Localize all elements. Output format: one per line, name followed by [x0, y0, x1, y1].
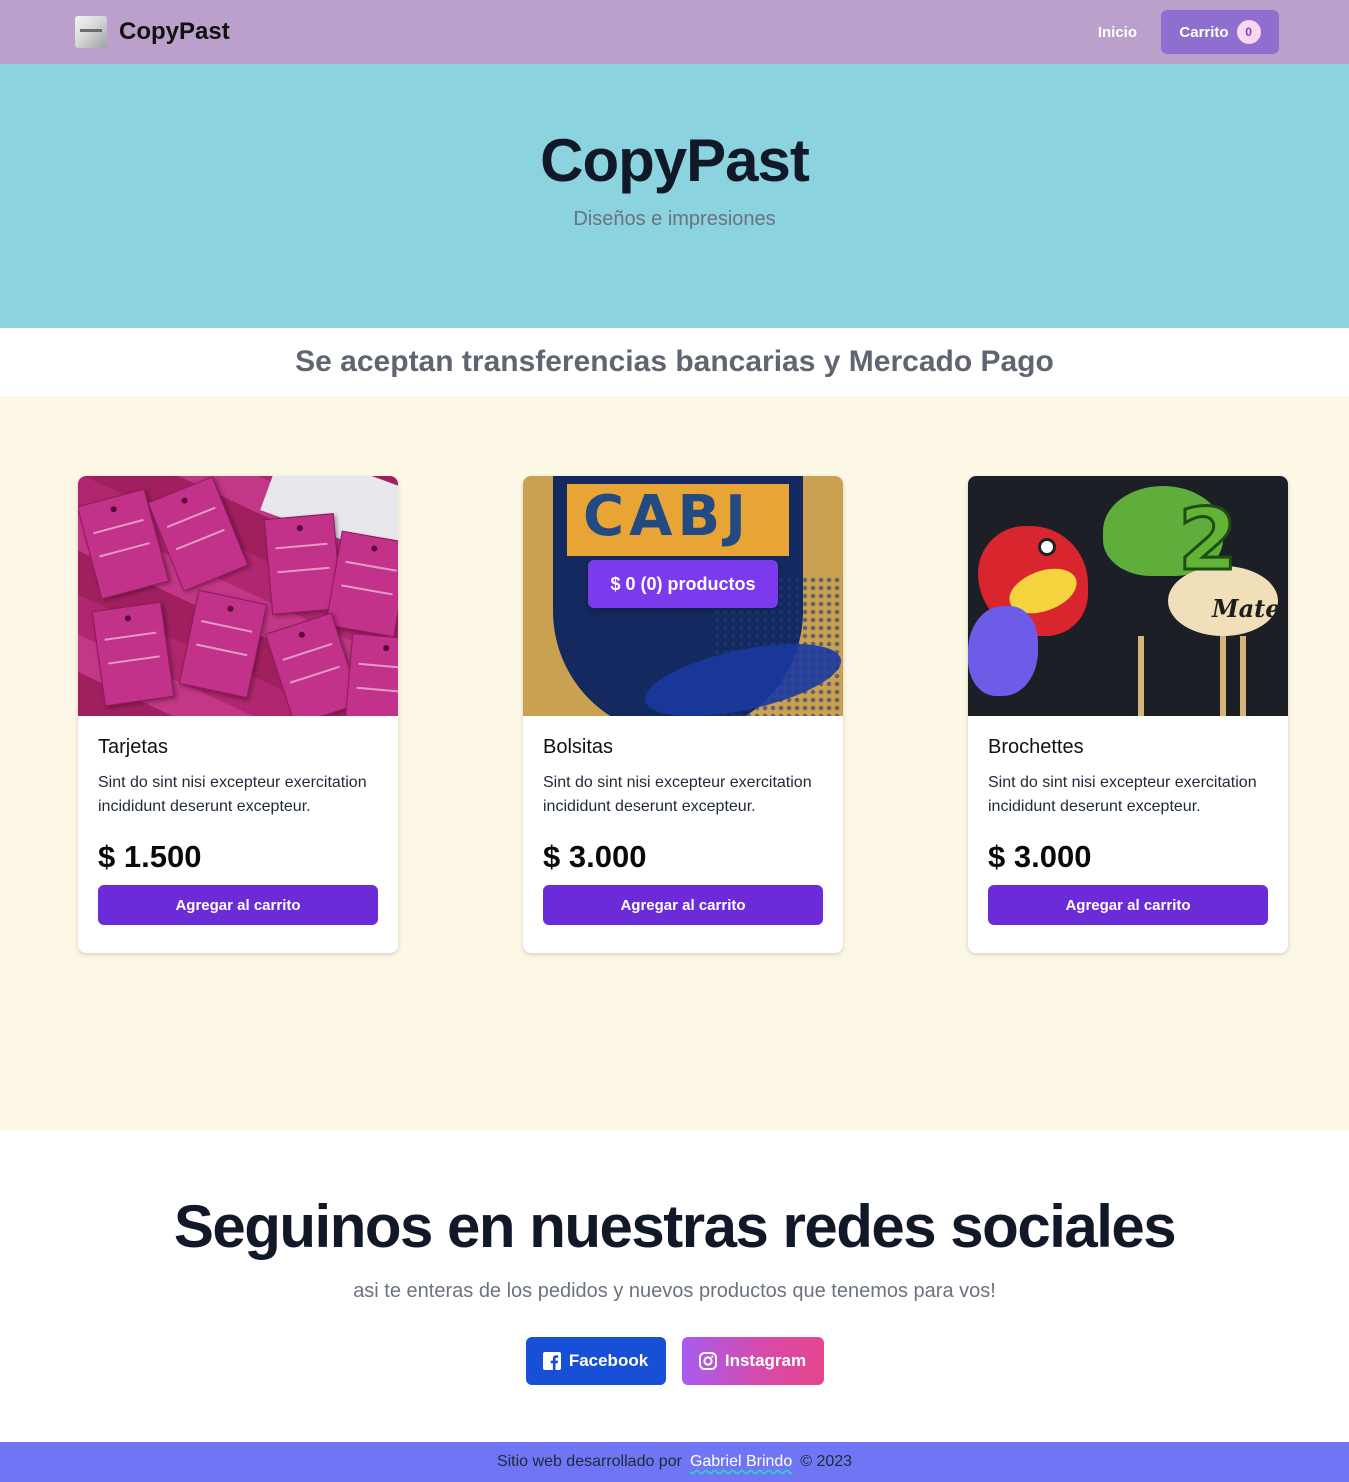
hero-title: CopyPast [540, 127, 810, 194]
cart-button[interactable]: Carrito 0 [1161, 10, 1279, 54]
product-card: Tarjetas Sint do sint nisi excepteur exe… [78, 476, 398, 953]
hero-subtitle: Diseños e impresiones [573, 208, 776, 230]
instagram-icon [698, 1352, 717, 1370]
tag-shape [178, 589, 268, 699]
social-title: Seguinos en nuestras redes sociales [173, 1193, 1177, 1260]
stars-row: ★★★★★★★ [593, 542, 709, 558]
product-price: $ 1.500 [98, 839, 202, 874]
add-to-cart-button[interactable]: Agregar al carrito [543, 885, 823, 925]
products-section: Tarjetas Sint do sint nisi excepteur exe… [0, 396, 1349, 1130]
product-price: $ 3.000 [988, 839, 1092, 874]
product-image-brochettes: 2 Mateo [968, 476, 1288, 716]
product-description: Sint do sint nisi excepteur exercitation… [988, 774, 1257, 815]
product-image-bolsitas: CABJ ★★★★★★★ $ 0 (0) productos [523, 476, 843, 716]
social-section: Seguinos en nuestras redes sociales asi … [0, 1130, 1349, 1442]
product-card-body: Tarjetas Sint do sint nisi excepteur exe… [78, 716, 398, 953]
number-two-topper: 2 [1177, 489, 1240, 592]
brand-name: CopyPast [119, 18, 230, 45]
add-to-cart-button[interactable]: Agregar al carrito [98, 885, 378, 925]
facebook-icon [542, 1352, 561, 1370]
product-card: CABJ ★★★★★★★ $ 0 (0) productos Bolsitas … [523, 476, 843, 953]
cart-count-badge: 0 [1236, 20, 1261, 44]
product-description: Sint do sint nisi excepteur exercitation… [98, 774, 367, 815]
product-grid: Tarjetas Sint do sint nisi excepteur exe… [0, 396, 1349, 953]
product-card-body: Bolsitas Sint do sint nisi excepteur exe… [523, 716, 843, 953]
skewer-stick [1240, 636, 1246, 716]
skewer-stick [1220, 636, 1226, 716]
add-to-cart-button[interactable]: Agregar al carrito [988, 885, 1268, 925]
cart-summary-button[interactable]: $ 0 (0) productos [588, 560, 778, 608]
facebook-label: Facebook [568, 1351, 649, 1370]
payment-banner: Se aceptan transferencias bancarias y Me… [0, 328, 1349, 396]
instagram-button[interactable]: Instagram [681, 1337, 824, 1385]
product-card: 2 Mateo Brochettes Sint do sint nisi exc… [968, 476, 1288, 953]
footer: Sitio web desarrollado por Gabriel Brind… [0, 1442, 1349, 1482]
product-image-tarjetas [78, 476, 398, 716]
cabj-logo-text: CABJ [583, 484, 751, 549]
footer-prefix: Sitio web desarrollado por [496, 1453, 682, 1470]
product-card-body: Brochettes Sint do sint nisi excepteur e… [968, 716, 1288, 953]
hero-section: CopyPast Diseños e impresiones [0, 64, 1349, 328]
brand[interactable]: CopyPast [75, 16, 230, 48]
facebook-button[interactable]: Facebook [525, 1337, 666, 1385]
product-title: Brochettes [988, 736, 1084, 758]
navbar: CopyPast Inicio Carrito 0 [0, 0, 1349, 64]
product-description: Sint do sint nisi excepteur exercitation… [543, 774, 812, 815]
instagram-label: Instagram [724, 1351, 807, 1370]
brand-logo [75, 16, 107, 48]
product-title: Bolsitas [543, 736, 614, 758]
nav-link-inicio[interactable]: Inicio [1098, 24, 1137, 41]
skewer-stick [1138, 636, 1144, 716]
tag-shape [343, 633, 398, 716]
product-price: $ 3.000 [543, 839, 647, 874]
dino-eye-shape [1038, 538, 1056, 556]
cart-button-label: Carrito [1179, 23, 1229, 41]
payment-banner-text: Se aceptan transferencias bancarias y Me… [295, 345, 1054, 378]
nav-menu: Inicio Carrito 0 [1098, 10, 1279, 54]
product-title: Tarjetas [98, 736, 169, 758]
social-subtitle: asi te enteras de los pedidos y nuevos p… [353, 1280, 996, 1302]
footer-copyright: © 2023 [800, 1453, 853, 1470]
social-buttons: Facebook Instagram [0, 1337, 1349, 1385]
footer-author-link[interactable]: Gabriel Brindo [690, 1453, 792, 1471]
tag-shape [91, 601, 175, 707]
name-topper-text: Mateo [1212, 594, 1288, 623]
purple-dino-shape [968, 606, 1038, 696]
